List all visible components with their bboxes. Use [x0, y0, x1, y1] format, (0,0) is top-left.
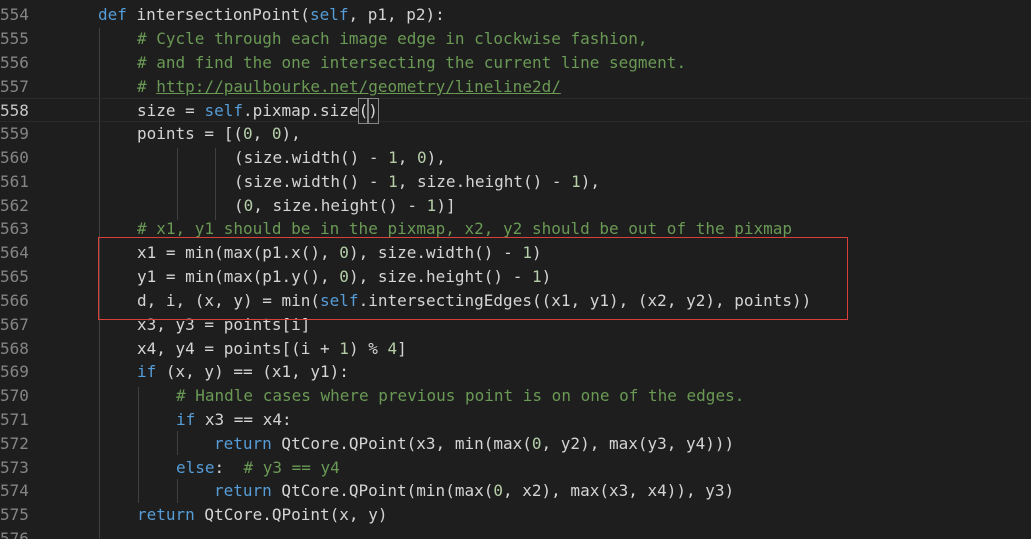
- code-line[interactable]: 564 x1 = min(max(p1.x(), 0), size.width(…: [0, 241, 1031, 265]
- code-line[interactable]: 571 if x3 == x4:: [0, 408, 1031, 432]
- bracket-match: (: [357, 98, 370, 124]
- line-content: x4, y4 = points[(i + 1) % 4]: [137, 339, 407, 358]
- comment-link[interactable]: http://paulbourke.net/geometry/lineline2…: [156, 77, 561, 96]
- code-line[interactable]: 562 (0, size.height() - 1)]: [0, 194, 1031, 218]
- line-number: 555: [0, 29, 29, 48]
- comment: # Handle cases where previous point is o…: [176, 386, 745, 405]
- code-line[interactable]: 573 else: # y3 == y4: [0, 456, 1031, 480]
- line-content: if x3 == x4:: [176, 410, 292, 429]
- line-content: (size.width() - 1, 0),: [234, 148, 446, 167]
- line-number: 573: [0, 458, 29, 477]
- line-number: 571: [0, 410, 29, 429]
- line-number: 574: [0, 481, 29, 500]
- code-line[interactable]: 570 # Handle cases where previous point …: [0, 384, 1031, 408]
- code-line[interactable]: 568 x4, y4 = points[(i + 1) % 4]: [0, 337, 1031, 361]
- code-line[interactable]: 561 (size.width() - 1, size.height() - 1…: [0, 170, 1031, 194]
- line-content: return QtCore.QPoint(x3, min(max(0, y2),…: [214, 434, 735, 453]
- comment: # and find the one intersecting the curr…: [137, 53, 687, 72]
- line-number: 570: [0, 386, 29, 405]
- line-content: points = [(0, 0),: [137, 124, 301, 143]
- code-editor[interactable]: 554 def intersectionPoint(self, p1, p2):…: [0, 0, 1031, 539]
- code-line[interactable]: 567 x3, y3 = points[i]: [0, 313, 1031, 337]
- code-line[interactable]: 563 # x1, y1 should be in the pixmap, x2…: [0, 217, 1031, 241]
- code-line[interactable]: 554 def intersectionPoint(self, p1, p2):: [0, 3, 1031, 27]
- line-content: (0, size.height() - 1)]: [234, 196, 456, 215]
- line-content: y1 = min(max(p1.y(), 0), size.height() -…: [137, 267, 552, 286]
- code-line[interactable]: 574 return QtCore.QPoint(min(max(0, x2),…: [0, 479, 1031, 503]
- line-content: d, i, (x, y) = min(self.intersectingEdge…: [137, 291, 812, 310]
- line-number: 569: [0, 362, 29, 381]
- line-content: return QtCore.QPoint(min(max(0, x2), max…: [214, 481, 735, 500]
- bracket-match: ): [367, 98, 379, 124]
- line-number: 558: [0, 101, 29, 120]
- comment: # Cycle through each image edge in clock…: [137, 29, 648, 48]
- line-number: 562: [0, 196, 29, 215]
- line-content: def intersectionPoint(self, p1, p2):: [98, 5, 445, 24]
- code-line[interactable]: 572 return QtCore.QPoint(x3, min(max(0, …: [0, 432, 1031, 456]
- line-number: 567: [0, 315, 29, 334]
- line-number: 572: [0, 434, 29, 453]
- line-number: 576: [0, 529, 29, 539]
- line-number: 554: [0, 5, 29, 24]
- line-content: if (x, y) == (x1, y1):: [137, 362, 349, 381]
- current-line[interactable]: 558 size = self.pixmap.size(): [0, 98, 1031, 124]
- line-content: x1 = min(max(p1.x(), 0), size.width() - …: [137, 243, 542, 262]
- line-content: (size.width() - 1, size.height() - 1),: [234, 172, 601, 191]
- line-number: 556: [0, 53, 29, 72]
- code-line[interactable]: 569 if (x, y) == (x1, y1):: [0, 360, 1031, 384]
- code-line[interactable]: 557 # http://paulbourke.net/geometry/lin…: [0, 75, 1031, 99]
- code-line[interactable]: 575 return QtCore.QPoint(x, y): [0, 503, 1031, 527]
- line-number: 560: [0, 148, 29, 167]
- code-line[interactable]: 576: [0, 527, 1031, 539]
- line-number: 564: [0, 243, 29, 262]
- code-line[interactable]: 560 (size.width() - 1, 0),: [0, 146, 1031, 170]
- code-line[interactable]: 559 points = [(0, 0),: [0, 122, 1031, 146]
- line-number: 566: [0, 291, 29, 310]
- line-content: return QtCore.QPoint(x, y): [137, 505, 388, 524]
- line-number: 559: [0, 124, 29, 143]
- line-number: 563: [0, 219, 29, 238]
- line-content: # http://paulbourke.net/geometry/linelin…: [137, 77, 561, 96]
- line-content: else: # y3 == y4: [176, 458, 340, 477]
- line-content: x3, y3 = points[i]: [137, 315, 311, 334]
- code-line[interactable]: 566 d, i, (x, y) = min(self.intersecting…: [0, 289, 1031, 313]
- line-number: 565: [0, 267, 29, 286]
- line-number: 561: [0, 172, 29, 191]
- code-line[interactable]: 555 # Cycle through each image edge in c…: [0, 27, 1031, 51]
- code-line[interactable]: 565 y1 = min(max(p1.y(), 0), size.height…: [0, 265, 1031, 289]
- comment: # x1, y1 should be in the pixmap, x2, y2…: [137, 219, 793, 238]
- line-content: size = self.pixmap.size(): [137, 98, 379, 124]
- line-number: 568: [0, 339, 29, 358]
- line-number: 557: [0, 77, 29, 96]
- line-number: 575: [0, 505, 29, 524]
- code-line[interactable]: 556 # and find the one intersecting the …: [0, 51, 1031, 75]
